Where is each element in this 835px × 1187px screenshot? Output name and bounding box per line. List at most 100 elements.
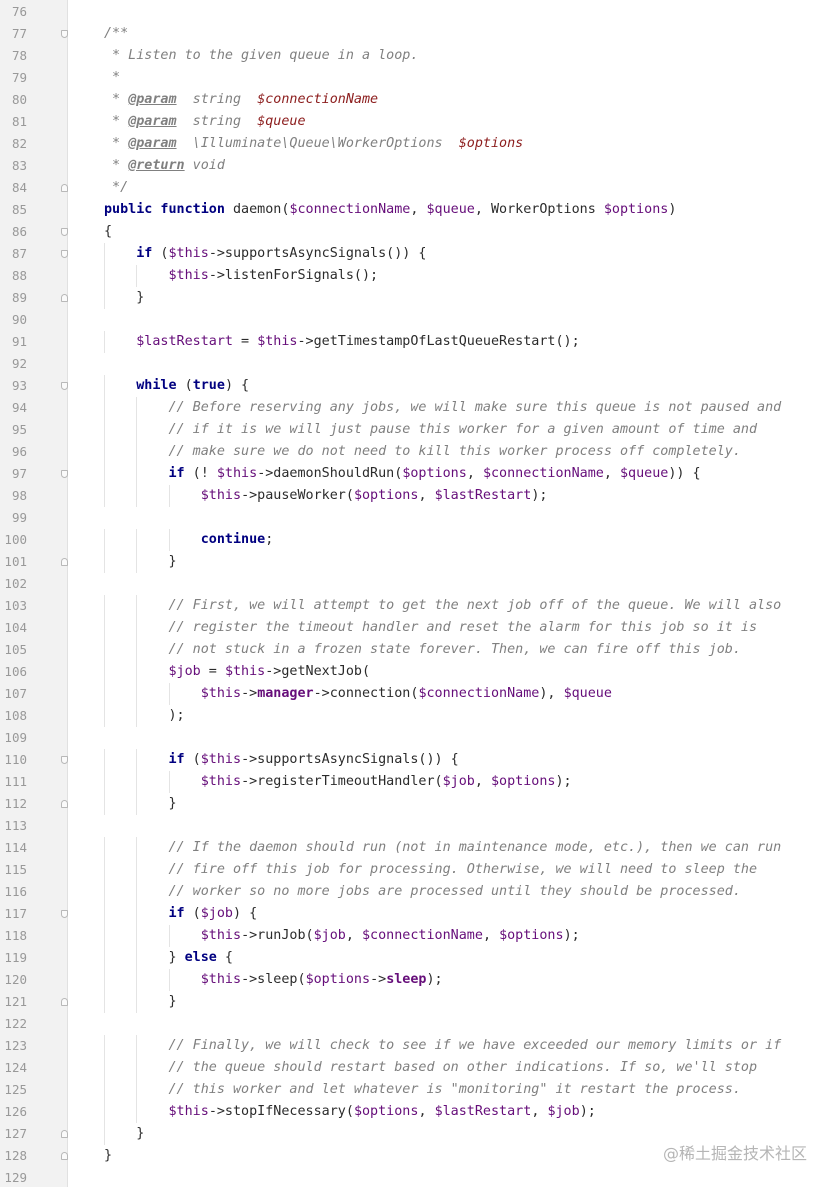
code-line[interactable]: 97 if (! $this->daemonShouldRun($options… xyxy=(0,463,835,485)
line-number: 87 xyxy=(11,246,27,261)
code-line[interactable]: 84 */ xyxy=(0,177,835,199)
code-line[interactable]: 110 if ($this->supportsAsyncSignals()) { xyxy=(0,749,835,771)
line-number: 95 xyxy=(11,422,27,437)
code-line[interactable]: 91 $lastRestart = $this->getTimestampOfL… xyxy=(0,331,835,353)
code-token: $connectionName xyxy=(418,686,540,701)
code-line[interactable]: 112 } xyxy=(0,793,835,815)
code-line[interactable]: 114 // If the daemon should run (not in … xyxy=(0,837,835,859)
code-line[interactable]: 77 /** xyxy=(0,23,835,45)
code-line[interactable]: 116 // worker so no more jobs are proces… xyxy=(0,881,835,903)
code-token: } xyxy=(104,994,177,1009)
code-line[interactable]: 82 * @param \Illuminate\Queue\WorkerOpti… xyxy=(0,133,835,155)
code-token: string xyxy=(176,92,258,107)
code-line[interactable]: 123 // Finally, we will check to see if … xyxy=(0,1035,835,1057)
code-text: // Before reserving any jobs, we will ma… xyxy=(104,397,782,419)
code-token: ->sleep( xyxy=(241,972,306,987)
code-line[interactable]: 125 // this worker and let whatever is "… xyxy=(0,1079,835,1101)
line-number: 77 xyxy=(11,26,27,41)
code-line[interactable]: 113 xyxy=(0,815,835,837)
fold-expand-icon[interactable] xyxy=(61,756,68,764)
code-token: ->supportsAsyncSignals()) { xyxy=(208,246,427,261)
code-editor[interactable]: 76 77 /** 78 * Listen to the given queue in… xyxy=(0,0,835,1187)
code-token: manager xyxy=(257,686,314,701)
fold-expand-icon[interactable] xyxy=(61,228,68,236)
code-line[interactable]: 105 // not stuck in a frozen state forev… xyxy=(0,639,835,661)
code-token: // If the daemon should run (not in main… xyxy=(168,840,782,855)
code-line[interactable]: 90 xyxy=(0,309,835,331)
code-line[interactable]: 107 $this->manager->connection($connecti… xyxy=(0,683,835,705)
fold-collapse-icon[interactable] xyxy=(61,184,68,192)
line-number: 127 xyxy=(4,1126,27,1141)
code-line[interactable]: 102 xyxy=(0,573,835,595)
fold-collapse-icon[interactable] xyxy=(61,1130,68,1138)
code-line[interactable]: 79 * xyxy=(0,67,835,89)
code-line[interactable]: 115 // fire off this job for processing.… xyxy=(0,859,835,881)
fold-collapse-icon[interactable] xyxy=(61,800,68,808)
code-line[interactable]: 94 // Before reserving any jobs, we will… xyxy=(0,397,835,419)
code-line[interactable]: 118 $this->runJob($job, $connectionName,… xyxy=(0,925,835,947)
fold-collapse-icon[interactable] xyxy=(61,998,68,1006)
code-line[interactable]: 103 // First, we will attempt to get the… xyxy=(0,595,835,617)
code-line[interactable]: 80 * @param string $connectionName xyxy=(0,89,835,111)
line-number: 82 xyxy=(11,136,27,151)
code-token: ( xyxy=(184,752,201,767)
code-line[interactable]: 109 xyxy=(0,727,835,749)
code-token: * xyxy=(104,92,129,107)
code-line[interactable]: 92 xyxy=(0,353,835,375)
code-text: $job = $this->getNextJob( xyxy=(104,661,371,683)
code-line[interactable]: 98 $this->pauseWorker($options, $lastRes… xyxy=(0,485,835,507)
code-line[interactable]: 95 // if it is we will just pause this w… xyxy=(0,419,835,441)
code-line[interactable]: 87 if ($this->supportsAsyncSignals()) { xyxy=(0,243,835,265)
line-number: 118 xyxy=(4,928,27,943)
code-line[interactable]: 93 while (true) { xyxy=(0,375,835,397)
code-line[interactable]: 83 * @return void xyxy=(0,155,835,177)
fold-collapse-icon[interactable] xyxy=(61,1152,68,1160)
code-line[interactable]: 85 public function daemon($connectionName… xyxy=(0,199,835,221)
code-line[interactable]: 101 } xyxy=(0,551,835,573)
code-text: * @param string $connectionName xyxy=(104,89,378,111)
code-line[interactable]: 88 $this->listenForSignals(); xyxy=(0,265,835,287)
fold-collapse-icon[interactable] xyxy=(61,294,68,302)
fold-expand-icon[interactable] xyxy=(61,470,68,478)
fold-expand-icon[interactable] xyxy=(61,30,68,38)
code-line[interactable]: 121 } xyxy=(0,991,835,1013)
code-line[interactable]: 78 * Listen to the given queue in a loop… xyxy=(0,45,835,67)
code-token: public function xyxy=(104,202,225,217)
code-line[interactable]: 89 } xyxy=(0,287,835,309)
fold-expand-icon[interactable] xyxy=(61,250,68,258)
code-line[interactable]: 106 $job = $this->getNextJob( xyxy=(0,661,835,683)
fold-collapse-icon[interactable] xyxy=(61,558,68,566)
code-token: , xyxy=(410,202,427,217)
code-text: * Listen to the given queue in a loop. xyxy=(104,45,418,67)
code-line[interactable]: 117 if ($job) { xyxy=(0,903,835,925)
code-line[interactable]: 76 xyxy=(0,1,835,23)
code-line[interactable]: 100 continue; xyxy=(0,529,835,551)
code-line[interactable]: 86 { xyxy=(0,221,835,243)
line-number: 124 xyxy=(4,1060,27,1075)
code-token: // make sure we do not need to kill this… xyxy=(168,444,741,459)
code-text: if ($this->supportsAsyncSignals()) { xyxy=(104,749,459,771)
code-line[interactable]: 96 // make sure we do not need to kill t… xyxy=(0,441,835,463)
fold-expand-icon[interactable] xyxy=(61,382,68,390)
code-token: $options xyxy=(402,466,467,481)
code-line[interactable]: 119 } else { xyxy=(0,947,835,969)
code-token: ->getNextJob( xyxy=(265,664,371,679)
code-line[interactable]: 120 $this->sleep($options->sleep); xyxy=(0,969,835,991)
code-line[interactable]: 124 // the queue should restart based on… xyxy=(0,1057,835,1079)
code-token: ->supportsAsyncSignals()) { xyxy=(241,752,459,767)
code-token: $lastRestart xyxy=(434,488,532,503)
fold-expand-icon[interactable] xyxy=(61,910,68,918)
line-number: 104 xyxy=(4,620,27,635)
code-line[interactable]: 126 $this->stopIfNecessary($options, $la… xyxy=(0,1101,835,1123)
code-line[interactable]: 104 // register the timeout handler and … xyxy=(0,617,835,639)
code-line[interactable]: 111 $this->registerTimeoutHandler($job, … xyxy=(0,771,835,793)
code-line[interactable]: 99 xyxy=(0,507,835,529)
code-line[interactable]: 108 ); xyxy=(0,705,835,727)
code-text: // Finally, we will check to see if we h… xyxy=(104,1035,782,1057)
code-line[interactable]: 81 * @param string $queue xyxy=(0,111,835,133)
code-line[interactable]: 129 xyxy=(0,1167,835,1187)
code-line[interactable]: 122 xyxy=(0,1013,835,1035)
code-token: @param xyxy=(128,136,177,151)
